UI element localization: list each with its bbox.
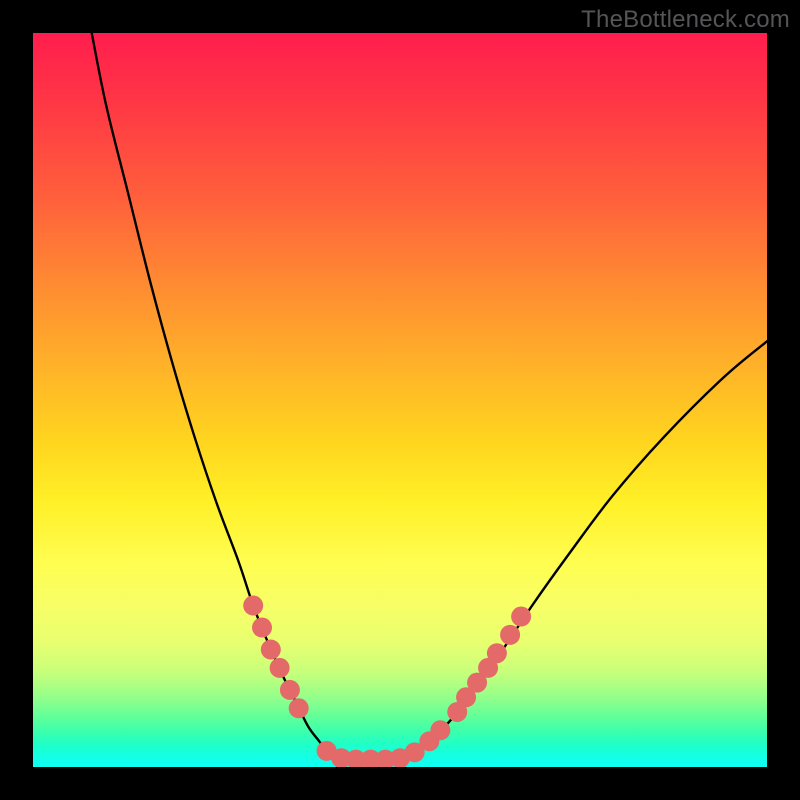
- marker-dot: [252, 618, 272, 638]
- plot-area: [33, 33, 767, 767]
- marker-dot: [511, 607, 531, 627]
- bottleneck-curve: [92, 33, 767, 760]
- marker-dot: [487, 643, 507, 663]
- chart-frame: TheBottleneck.com: [0, 0, 800, 800]
- marker-dot: [270, 658, 290, 678]
- watermark-text: TheBottleneck.com: [581, 6, 790, 34]
- marker-dot: [280, 680, 300, 700]
- marker-dot: [289, 698, 309, 718]
- marker-dot: [243, 596, 263, 616]
- marker-dot: [430, 720, 450, 740]
- curve-path: [92, 33, 767, 760]
- marker-dot: [500, 625, 520, 645]
- chart-overlay: [33, 33, 767, 767]
- marker-dot: [261, 640, 281, 660]
- curve-markers: [243, 596, 531, 767]
